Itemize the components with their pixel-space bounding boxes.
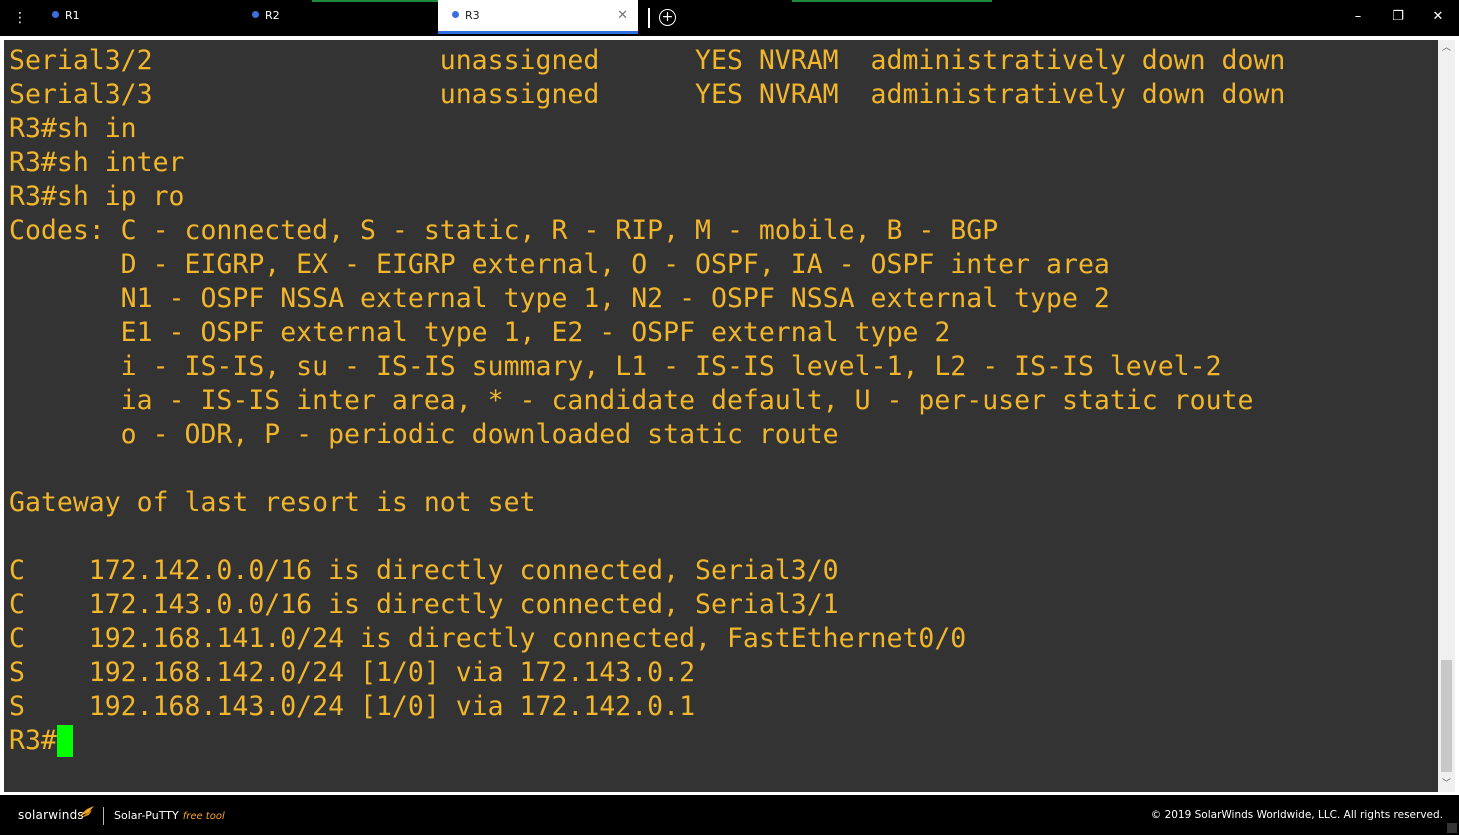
product-name: Solar-PuTTY free tool [114,809,225,822]
product-label: Solar-PuTTY [114,809,179,822]
session-status-dot-icon [52,11,59,18]
tab-label: R3 [465,9,480,22]
scroll-down-icon[interactable]: ﹀ [1438,776,1455,792]
scroll-up-icon[interactable]: ︿ [1438,40,1455,56]
session-status-dot-icon [252,11,259,18]
terminal-line: R3#sh in [9,113,137,144]
terminal-prompt: R3# [9,725,57,756]
terminal-line: Serial3/2 unassigned YES NVRAM administr… [9,45,1286,76]
terminal-line: N1 - OSPF NSSA external type 1, N2 - OSP… [9,283,1110,314]
terminal-line: R3#sh inter [9,147,185,178]
tab-r3[interactable]: R3 ✕ [438,0,638,34]
resize-grip-icon[interactable] [1447,823,1457,833]
tab-bar: ⋮ R1 R2 R3 ✕ + – ❐ ✕ [0,0,1459,36]
brand-name: solarwinds [18,808,84,822]
menu-dots-icon[interactable]: ⋮ [10,8,30,28]
terminal-prompt-line: R3# [9,724,1285,758]
terminal-line: C 172.142.0.0/16 is directly connected, … [9,555,839,586]
terminal-line: Serial3/3 unassigned YES NVRAM administr… [9,79,1286,110]
terminal-area[interactable]: Serial3/2 unassigned YES NVRAM administr… [4,40,1438,792]
terminal-line: Codes: C - connected, S - static, R - RI… [9,215,999,246]
solar-putty-window: ⋮ R1 R2 R3 ✕ + – ❐ ✕ Serial3/2 unassigne… [0,0,1459,835]
tab-label: R1 [65,9,80,22]
close-tab-icon[interactable]: ✕ [617,0,628,32]
free-tool-label: free tool [182,811,225,822]
terminal-line: D - EIGRP, EX - EIGRP external, O - OSPF… [9,249,1110,280]
terminal-line: o - ODR, P - periodic downloaded static … [9,419,839,450]
footer-separator [103,807,104,825]
maximize-button[interactable]: ❐ [1385,6,1411,28]
terminal-cursor [56,725,73,757]
add-tab-icon[interactable]: + [659,9,676,26]
terminal-line: Gateway of last resort is not set [9,487,536,518]
scroll-thumb[interactable] [1441,660,1452,772]
status-footer: solarwinds Solar-PuTTY free tool © 2019 S… [0,795,1459,835]
vertical-scrollbar[interactable]: ︿ ﹀ [1438,40,1455,792]
tab-r1[interactable]: R1 [38,0,236,34]
copyright-text: © 2019 SolarWinds Worldwide, LLC. All ri… [1150,809,1443,821]
terminal-line: i - IS-IS, su - IS-IS summary, L1 - IS-I… [9,351,1222,382]
terminal-output: Serial3/2 unassigned YES NVRAM administr… [9,44,1285,758]
solarwinds-logo-icon [78,806,94,818]
tab-r2[interactable]: R2 [238,0,436,34]
terminal-line: S 192.168.142.0/24 [1/0] via 172.143.0.2 [9,657,696,688]
session-status-dot-icon [452,11,459,18]
tab-separator [648,8,650,28]
terminal-line: C 192.168.141.0/24 is directly connected… [9,623,967,654]
tab-accent [792,0,992,2]
minimize-button[interactable]: – [1345,6,1371,28]
close-window-button[interactable]: ✕ [1425,6,1451,28]
terminal-line: R3#sh ip ro [9,181,185,212]
terminal-line: S 192.168.143.0/24 [1/0] via 172.142.0.1 [9,691,696,722]
terminal-line: ia - IS-IS inter area, * - candidate def… [9,385,1254,416]
tab-label: R2 [265,9,280,22]
terminal-line: C 172.143.0.0/16 is directly connected, … [9,589,839,620]
terminal-line: E1 - OSPF external type 1, E2 - OSPF ext… [9,317,951,348]
